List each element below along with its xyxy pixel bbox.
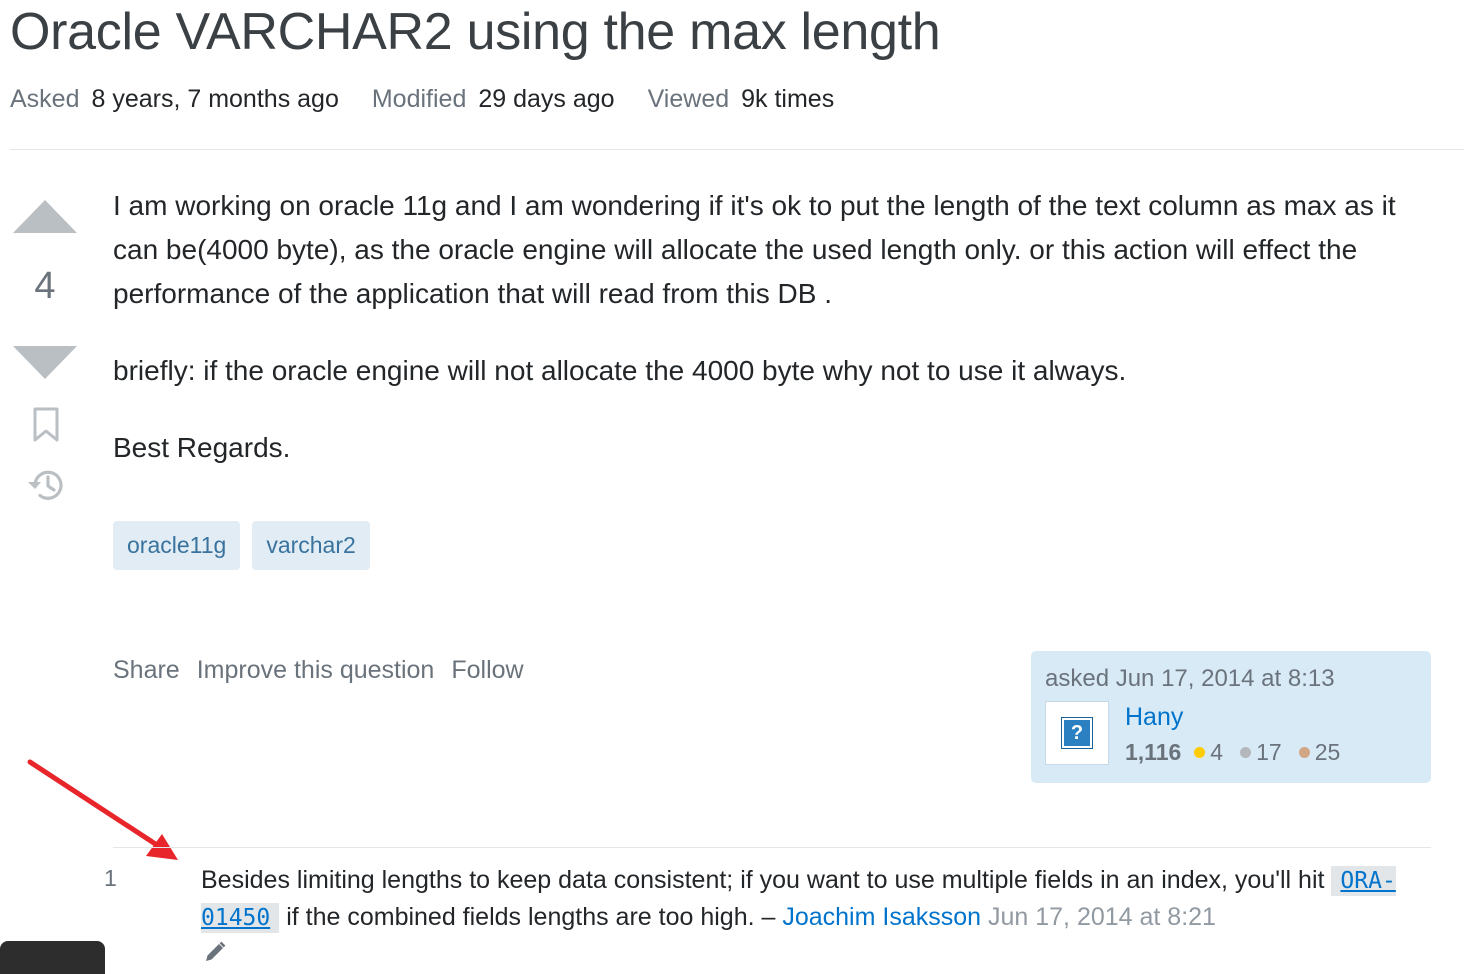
reputation-score: 1,116 <box>1125 739 1182 765</box>
follow-link[interactable]: Follow <box>451 656 523 685</box>
owner-card: asked Jun 17, 2014 at 8:13 ? Hany 1,116 … <box>1031 651 1431 783</box>
comment-text-end: if the combined fields lengths are too h… <box>279 903 783 931</box>
tag-varchar2[interactable]: varchar2 <box>252 521 370 570</box>
body-paragraph: briefly: if the oracle engine will not a… <box>113 355 1127 386</box>
comment-date[interactable]: Jun 17, 2014 at 8:21 <box>981 903 1216 931</box>
viewed-value: 9k times <box>741 85 835 113</box>
asked-meta: Asked 8 years, 7 months ago <box>10 85 339 114</box>
modified-value[interactable]: 29 days ago <box>478 85 614 114</box>
arrow-annotation <box>27 759 178 860</box>
tag-list: oracle11g varchar2 <box>113 521 370 570</box>
comment-text: Besides limiting lengths to keep data co… <box>201 862 1431 936</box>
share-link[interactable]: Share <box>113 656 180 685</box>
owner-stats: 1,116 4 17 25 <box>1125 739 1352 766</box>
bottom-overlay-tab <box>0 941 105 974</box>
bronze-badge-icon <box>1298 747 1310 758</box>
post-menu: Share Improve this question Follow <box>113 656 524 685</box>
comment-user-link[interactable]: Joachim Isaksson <box>782 903 981 931</box>
asked-value: 8 years, 7 months ago <box>91 85 339 113</box>
gold-badge-icon <box>1194 747 1206 758</box>
header-divider <box>10 149 1464 150</box>
body-paragraph: Best Regards. <box>113 432 291 463</box>
avatar-glyph: ? <box>1061 717 1093 749</box>
question-body: I am working on oracle 11g and I am wond… <box>113 184 1413 503</box>
silver-badge-icon <box>1240 747 1252 758</box>
vote-count: 4 <box>34 265 56 307</box>
asked-timestamp[interactable]: asked Jun 17, 2014 at 8:13 <box>1045 665 1335 693</box>
comment-score: 1 <box>104 865 117 891</box>
bronze-badge-count: 25 <box>1314 739 1341 765</box>
viewed-label: Viewed <box>647 85 730 113</box>
gold-badge-count: 4 <box>1210 739 1224 765</box>
pencil-icon[interactable] <box>203 940 227 964</box>
bookmark-icon[interactable] <box>32 407 60 443</box>
body-paragraph: I am working on oracle 11g and I am wond… <box>113 190 1396 309</box>
asked-label: Asked <box>10 85 80 113</box>
improve-question-link[interactable]: Improve this question <box>197 656 435 685</box>
vote-down-icon[interactable] <box>13 346 77 379</box>
avatar[interactable]: ? <box>1045 701 1109 765</box>
viewed-meta: Viewed 9k times <box>648 85 835 114</box>
tag-oracle11g[interactable]: oracle11g <box>113 521 241 570</box>
history-icon[interactable] <box>26 467 66 503</box>
modified-label: Modified <box>371 85 467 113</box>
comments-divider <box>113 847 1431 848</box>
modified-meta: Modified 29 days ago <box>372 85 615 114</box>
question-title[interactable]: Oracle VARCHAR2 using the max length <box>10 2 941 62</box>
silver-badge-count: 17 <box>1256 739 1282 765</box>
question-meta: Asked 8 years, 7 months ago Modified 29 … <box>10 85 834 114</box>
vote-up-icon[interactable] <box>13 200 77 233</box>
comment-text-start: Besides limiting lengths to keep data co… <box>201 866 1332 894</box>
owner-name[interactable]: Hany <box>1125 703 1183 732</box>
